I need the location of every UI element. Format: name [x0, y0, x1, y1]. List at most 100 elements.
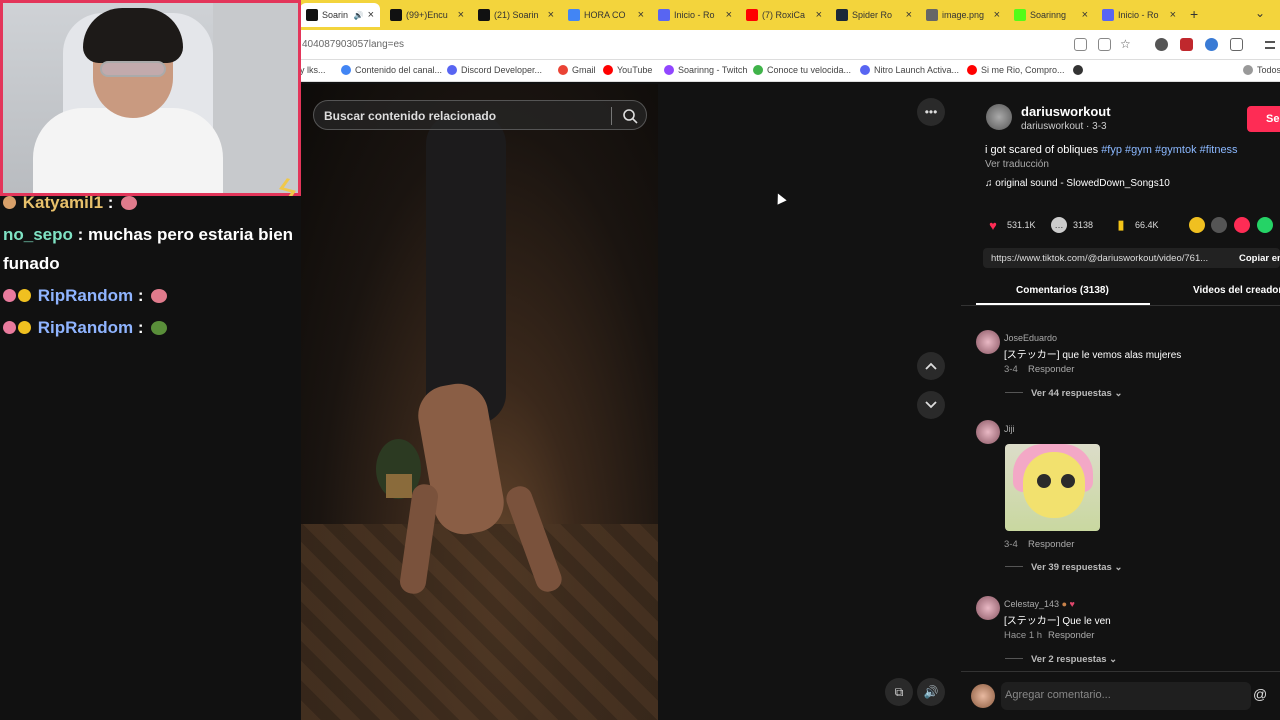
- like-count: 531.1K: [1007, 220, 1036, 230]
- reply-button[interactable]: Responder: [1028, 364, 1074, 375]
- volume-button[interactable]: 🔊: [917, 678, 945, 706]
- browser-tab[interactable]: image.png ×: [920, 3, 1006, 27]
- hashtag-link[interactable]: #gymtok: [1152, 144, 1197, 156]
- close-tab-icon[interactable]: ×: [906, 9, 912, 21]
- video-player[interactable]: Buscar contenido relacionado: [301, 84, 658, 720]
- next-video-button[interactable]: [917, 391, 945, 419]
- bookmark-label: Conoce tu velocida...: [767, 65, 852, 75]
- tab-comments[interactable]: Comentarios (3138): [1016, 285, 1109, 296]
- bookmark-item[interactable]: Todos: [1243, 65, 1280, 75]
- bookmark-item[interactable]: Conoce tu velocida...: [753, 65, 851, 75]
- chat-badge-icon: [18, 289, 31, 302]
- close-tab-icon[interactable]: ×: [638, 9, 644, 21]
- tab-title: (21) Soarin: [494, 10, 539, 20]
- view-replies-button[interactable]: Ver 44 respuestas ⌄: [1005, 388, 1122, 399]
- author-avatar[interactable]: [986, 104, 1012, 130]
- bookmark-item[interactable]: y lks...: [300, 65, 326, 75]
- browser-tab[interactable]: Soarin 🔊 ×: [300, 3, 380, 27]
- bookmark-item[interactable]: Gmail: [558, 65, 596, 75]
- more-options-button[interactable]: •••: [917, 98, 945, 126]
- browser-tab[interactable]: Inicio - Ro ×: [652, 3, 738, 27]
- whatsapp-icon[interactable]: [1257, 217, 1273, 233]
- bookmark-item[interactable]: Soarinng - Twitch: [664, 65, 747, 75]
- share-link-field[interactable]: https://www.tiktok.com/@dariusworkout/vi…: [983, 248, 1280, 268]
- hashtag-link[interactable]: #fyp: [1101, 144, 1122, 156]
- search-placeholder: Buscar contenido relacionado: [324, 109, 497, 123]
- comment-user[interactable]: Jiji: [1004, 424, 1015, 434]
- send-icon[interactable]: [1234, 217, 1250, 233]
- close-tab-icon[interactable]: ×: [458, 9, 464, 21]
- search-icon[interactable]: [621, 107, 639, 125]
- close-tab-icon[interactable]: ×: [726, 9, 732, 21]
- browser-tab[interactable]: Inicio - Ro ×: [1096, 3, 1182, 27]
- comment-avatar[interactable]: [976, 330, 1000, 354]
- tab-creator-videos[interactable]: Videos del creador: [1193, 285, 1280, 296]
- chat-username[interactable]: RipRandom: [38, 286, 133, 305]
- browser-tab[interactable]: HORA CO ×: [562, 3, 650, 27]
- browser-tab[interactable]: Spider Ro ×: [830, 3, 918, 27]
- close-tab-icon[interactable]: ×: [994, 9, 1000, 21]
- like-stat[interactable]: ♥ 531.1K: [985, 217, 1036, 233]
- bookmark-item[interactable]: Contenido del canal...: [341, 65, 442, 75]
- chat-username[interactable]: no_sepo: [3, 225, 73, 244]
- follow-button[interactable]: Seg: [1247, 106, 1280, 132]
- coin-share-icon[interactable]: [1189, 217, 1205, 233]
- bookmark-star-icon[interactable]: ☆: [1120, 38, 1133, 51]
- close-tab-icon[interactable]: ×: [548, 9, 554, 21]
- browser-tab[interactable]: (99+)Encu ×: [384, 3, 470, 27]
- bookmark-item[interactable]: Nitro Launch Activa...: [860, 65, 959, 75]
- chat-separator: :: [133, 318, 149, 337]
- extensions-puzzle-icon[interactable]: [1230, 38, 1243, 51]
- close-tab-icon[interactable]: ×: [1170, 9, 1176, 21]
- tab-audio-icon[interactable]: 🔊: [354, 11, 364, 20]
- bookmark-item[interactable]: Si me Rio, Compro...: [967, 65, 1065, 75]
- translate-link[interactable]: Ver traducción: [985, 159, 1049, 170]
- chat-message: no_sepo : muchas pero estaria bien: [3, 220, 293, 249]
- chat-username[interactable]: Katyamil1: [23, 193, 103, 212]
- comment-stat[interactable]: … 3138: [1051, 217, 1093, 233]
- bookmark-item[interactable]: Discord Developer...: [447, 65, 542, 75]
- close-tab-icon[interactable]: ×: [816, 9, 822, 21]
- comment-user[interactable]: Celestay_143 ● ♥: [1004, 599, 1075, 609]
- comment-avatar[interactable]: [976, 420, 1000, 444]
- author-name[interactable]: dariusworkout: [1021, 104, 1111, 119]
- new-tab-button[interactable]: +: [1190, 6, 1198, 22]
- reply-button[interactable]: Responder: [1028, 539, 1074, 550]
- view-replies-button[interactable]: Ver 39 respuestas ⌄: [1005, 562, 1122, 573]
- chevron-up-icon: [925, 362, 937, 370]
- related-search-input[interactable]: Buscar contenido relacionado: [313, 100, 647, 130]
- translate-icon[interactable]: [1074, 38, 1087, 51]
- browser-tab[interactable]: Soarinng ×: [1008, 3, 1094, 27]
- browser-tab[interactable]: (21) Soarin ×: [472, 3, 560, 27]
- close-tab-icon[interactable]: ×: [1082, 9, 1088, 21]
- bookmark-item[interactable]: [1073, 65, 1087, 75]
- tab-search-chevron-icon[interactable]: ⌄: [1255, 6, 1265, 20]
- reply-button[interactable]: Responder: [1048, 630, 1094, 641]
- view-replies-button[interactable]: Ver 2 respuestas ⌄: [1005, 654, 1117, 665]
- mention-at-icon[interactable]: @: [1253, 686, 1267, 702]
- comment-input[interactable]: Agregar comentario...: [1001, 682, 1251, 710]
- save-stat[interactable]: ▮ 66.4K: [1113, 217, 1158, 233]
- hashtag-link[interactable]: #fitness: [1197, 144, 1238, 156]
- x-icon: [478, 9, 490, 21]
- chat-username[interactable]: RipRandom: [38, 318, 133, 337]
- comment-user[interactable]: JoseEduardo: [1004, 333, 1057, 343]
- install-icon[interactable]: [1098, 38, 1111, 51]
- extension-circle-icon[interactable]: [1155, 38, 1168, 51]
- copy-link-button[interactable]: Copiar en: [1239, 253, 1280, 264]
- extension-red-icon[interactable]: [1180, 38, 1193, 51]
- sound-link[interactable]: ♫ original sound - SlowedDown_Songs10: [985, 178, 1170, 189]
- bookmark-item[interactable]: YouTube: [603, 65, 652, 75]
- url-field[interactable]: 404087903057lang=es: [302, 39, 404, 50]
- pip-button[interactable]: ⧉: [885, 678, 913, 706]
- browser-tab[interactable]: (7) RoxiCa ×: [740, 3, 828, 27]
- close-tab-icon[interactable]: ×: [368, 9, 374, 21]
- hashtag-link[interactable]: #gym: [1122, 144, 1152, 156]
- menu-icon[interactable]: [1265, 41, 1275, 49]
- comment-avatar[interactable]: [976, 596, 1000, 620]
- previous-video-button[interactable]: [917, 352, 945, 380]
- bear-emoji-icon: ●: [1061, 599, 1067, 609]
- extension-blue-icon[interactable]: [1205, 38, 1218, 51]
- embed-icon[interactable]: [1211, 217, 1227, 233]
- comment-sticker-image[interactable]: [1005, 444, 1100, 531]
